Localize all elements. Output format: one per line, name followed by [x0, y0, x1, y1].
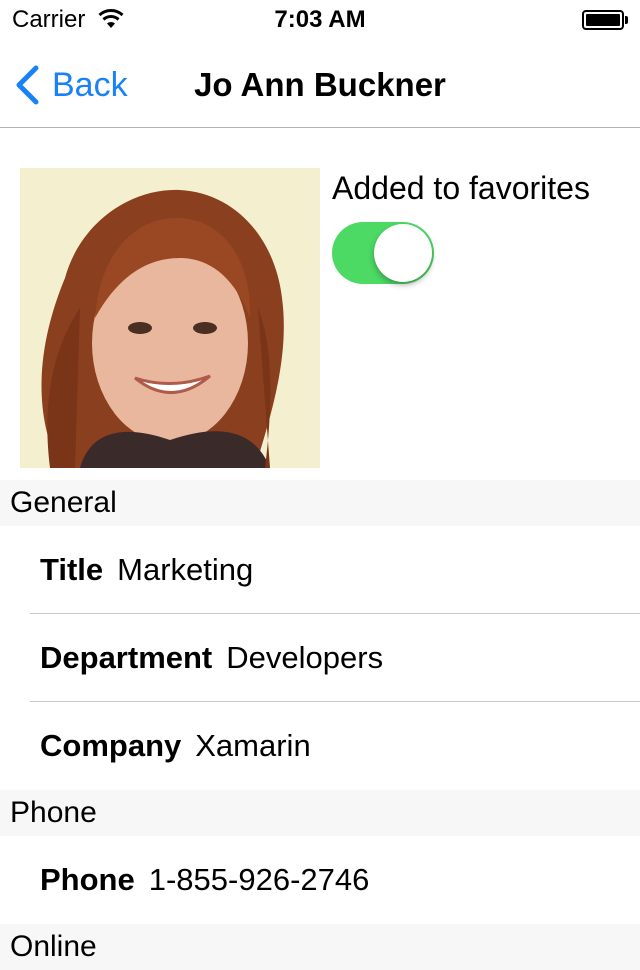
row-key: Title: [40, 552, 104, 587]
row-department[interactable]: Department Developers: [0, 614, 640, 702]
row-title[interactable]: Title Marketing: [0, 526, 640, 614]
page-title: Jo Ann Buckner: [194, 66, 446, 103]
row-key: Company: [40, 728, 182, 763]
section-header-phone: Phone: [0, 790, 640, 836]
clock: 7:03 AM: [274, 6, 366, 33]
row-key: Department: [40, 640, 213, 675]
favorite-label: Added to favorites: [332, 170, 590, 206]
row-key: Phone: [40, 862, 135, 897]
contact-photo: [20, 168, 320, 468]
section-header-online: Online: [0, 924, 640, 970]
navigation-bar: Back Jo Ann Buckner: [0, 40, 640, 128]
favorite-toggle[interactable]: [332, 222, 434, 284]
row-value: 1-855-926-2746: [148, 862, 370, 897]
row-phone[interactable]: Phone 1-855-926-2746: [0, 836, 640, 924]
section-header-general: General: [0, 480, 640, 526]
toggle-knob: [374, 224, 432, 282]
row-value: Marketing: [117, 552, 254, 587]
row-value: Xamarin: [195, 728, 311, 763]
status-bar: Carrier 7:03 AM: [0, 0, 640, 40]
row-company[interactable]: Company Xamarin: [0, 702, 640, 790]
battery-icon: [582, 10, 628, 30]
row-value: Developers: [226, 640, 384, 675]
